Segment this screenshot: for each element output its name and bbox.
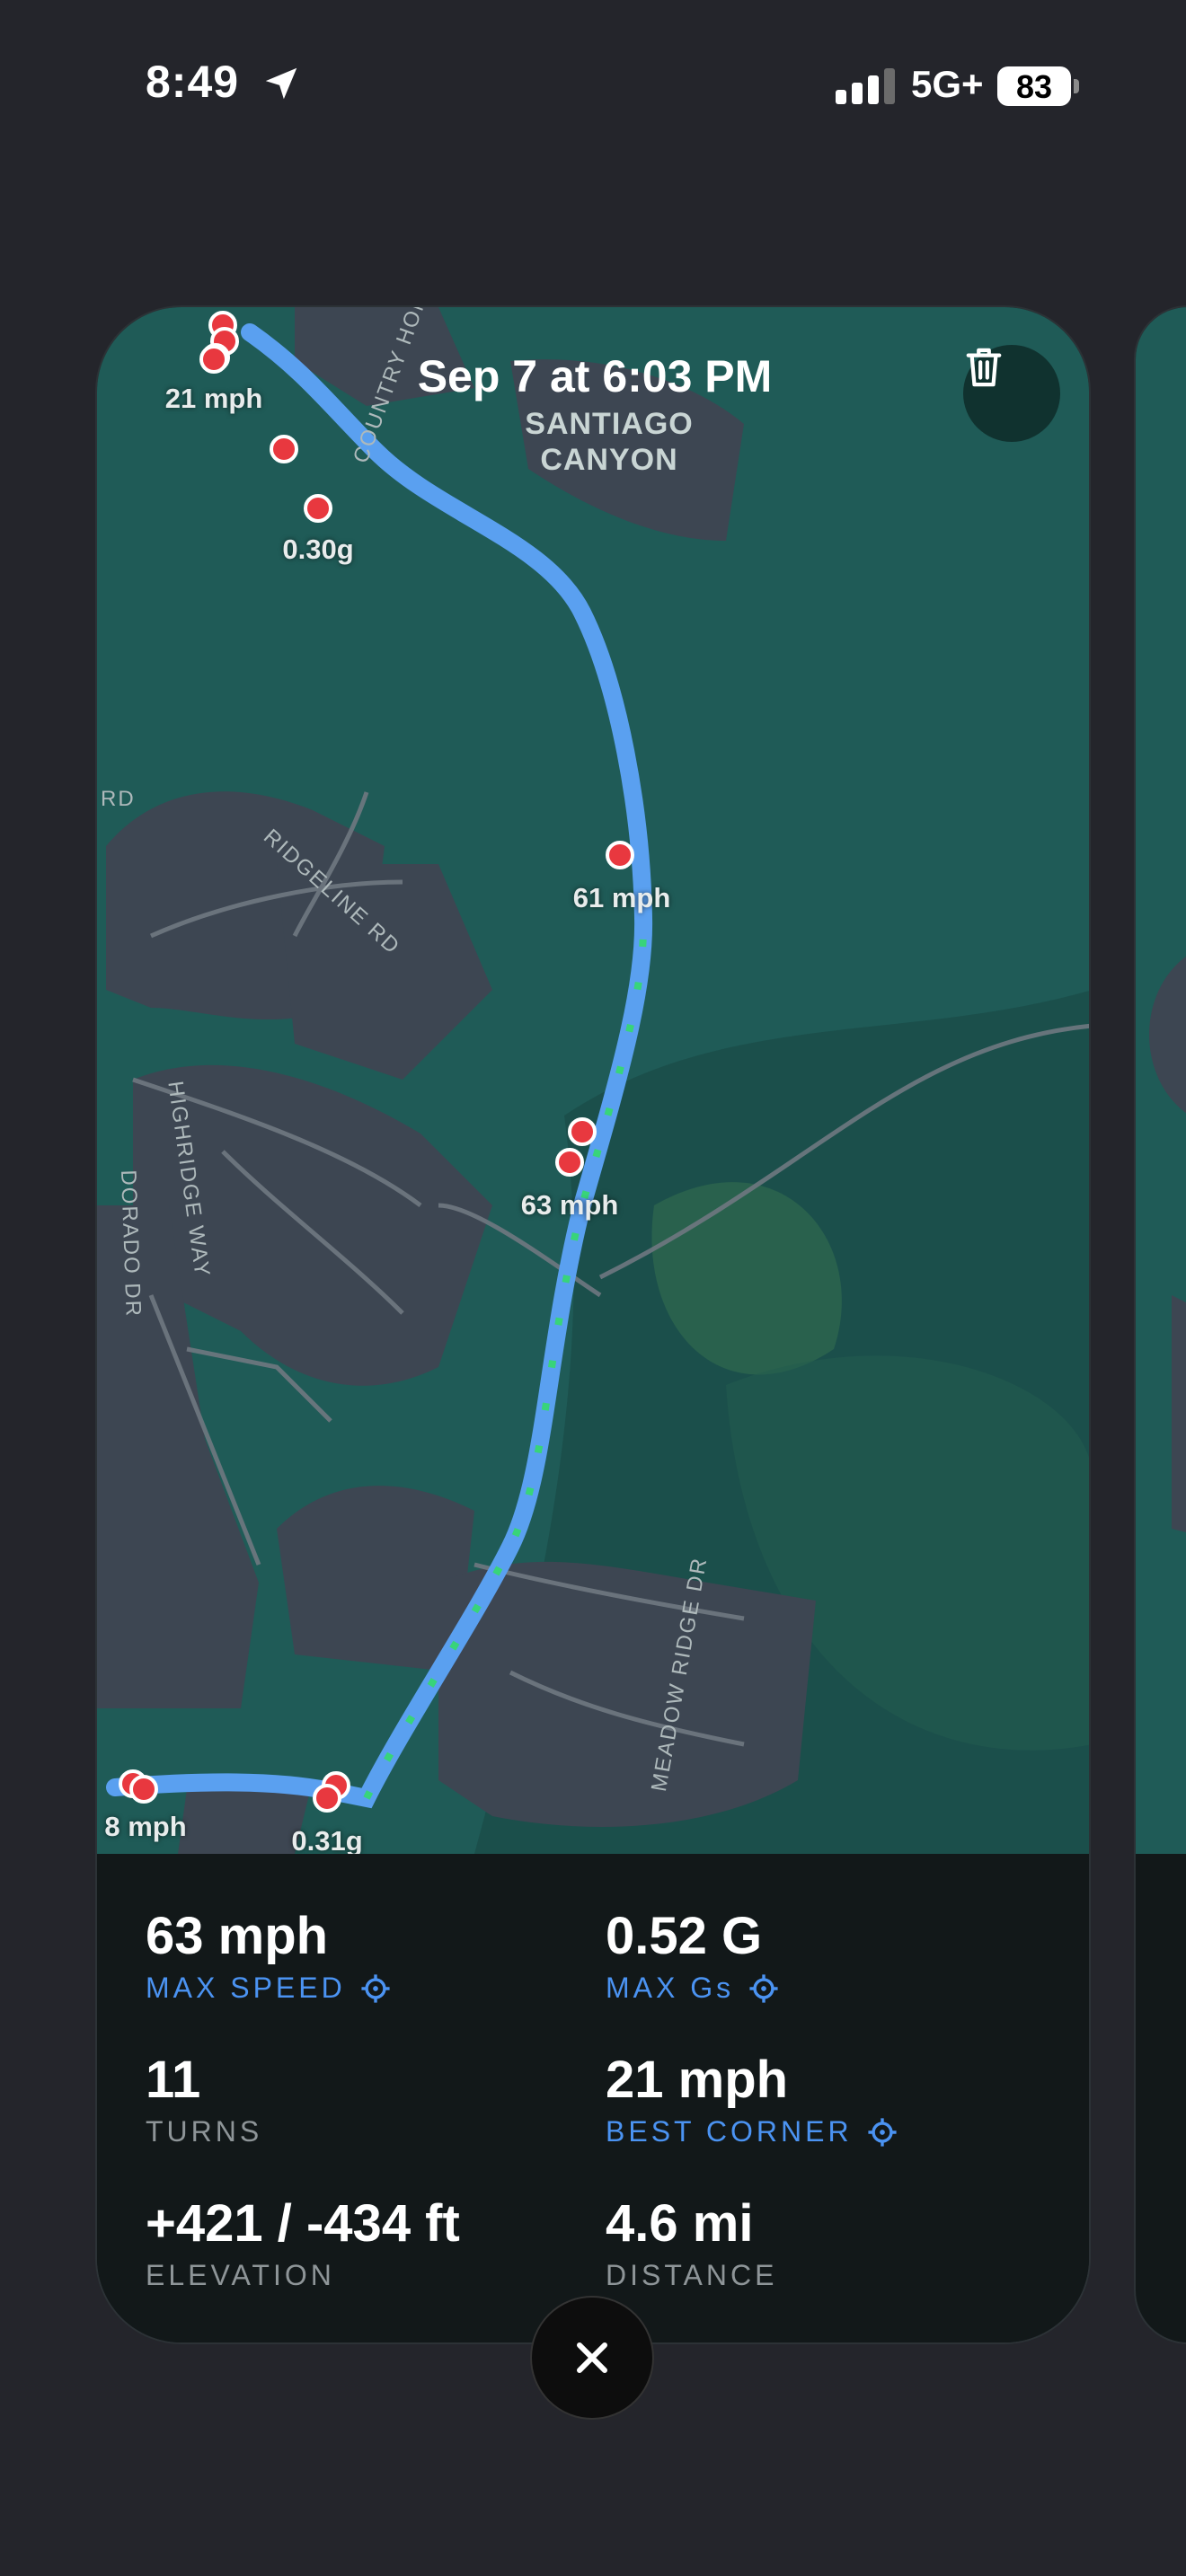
battery-cap xyxy=(1074,79,1079,93)
stat-max-speed[interactable]: 63 mph MAX SPEED xyxy=(146,1906,391,2005)
max-gs-label: MAX Gs xyxy=(606,1972,735,2004)
close-button[interactable] xyxy=(530,2296,654,2420)
status-time: 8:49 xyxy=(146,57,240,107)
turns-value: 11 xyxy=(146,2051,201,2109)
close-icon xyxy=(577,2342,607,2373)
marker-label-21mph: 21 mph xyxy=(164,383,263,414)
next-card-map xyxy=(1136,307,1186,1854)
battery-icon: 83 xyxy=(997,66,1071,106)
best-corner-value: 21 mph xyxy=(606,2051,789,2109)
crosshair-icon[interactable] xyxy=(360,1973,391,2004)
battery-level: 83 xyxy=(1015,68,1053,105)
stat-best-corner[interactable]: 21 mph BEST CORNER xyxy=(606,2050,898,2148)
stat-elevation: +421 / -434 ft ELEVATION xyxy=(146,2193,460,2292)
crosshair-icon[interactable] xyxy=(867,2117,898,2148)
street-dorado-dr: DORADO DR xyxy=(116,1169,146,1319)
max-speed-label: MAX SPEED xyxy=(146,1972,346,2004)
max-speed-value: 63 mph xyxy=(146,1907,329,1965)
crosshair-icon[interactable] xyxy=(748,1973,779,2004)
distance-value: 4.6 mi xyxy=(606,2194,754,2253)
route-map[interactable]: Sep 7 at 6:03 PM SANTIAGO CANYON COUNTRY… xyxy=(97,307,1089,1854)
stat-max-gs[interactable]: 0.52 G MAX Gs xyxy=(606,1906,779,2005)
next-drive-card[interactable] xyxy=(1134,305,1186,2344)
stats-panel: 63 mph MAX SPEED 0.52 G MAX Gs 11 TURNS … xyxy=(97,1854,1089,2342)
distance-label: DISTANCE xyxy=(606,2259,778,2291)
place-label: SANTIAGO CANYON xyxy=(525,407,694,477)
network-type: 5G+ xyxy=(911,63,984,105)
turns-label: TURNS xyxy=(146,2115,263,2148)
map-canvas xyxy=(97,307,1089,1854)
elevation-value: +421 / -434 ft xyxy=(146,2194,460,2253)
stat-distance: 4.6 mi DISTANCE xyxy=(606,2193,777,2292)
marker-label-61mph: 61 mph xyxy=(572,882,671,913)
location-arrow-icon xyxy=(265,67,297,100)
street-rd-2: RD xyxy=(97,1026,101,1061)
trash-icon xyxy=(966,348,1002,387)
marker-label-030g: 0.30g xyxy=(282,534,354,565)
street-rd-1: RD xyxy=(101,787,136,811)
best-corner-label: BEST CORNER xyxy=(606,2115,853,2148)
status-bar: 8:49 5G+ 83 xyxy=(0,0,1186,180)
marker-label-031g: 0.31g xyxy=(291,1825,363,1854)
stat-turns: 11 TURNS xyxy=(146,2050,262,2148)
marker-label-8mph: 8 mph xyxy=(104,1811,187,1842)
drive-card[interactable]: Sep 7 at 6:03 PM SANTIAGO CANYON COUNTRY… xyxy=(95,305,1091,2344)
marker-label-63mph: 63 mph xyxy=(520,1189,619,1221)
elevation-label: ELEVATION xyxy=(146,2259,335,2291)
delete-button[interactable] xyxy=(963,345,1060,442)
max-gs-value: 0.52 G xyxy=(606,1907,763,1965)
